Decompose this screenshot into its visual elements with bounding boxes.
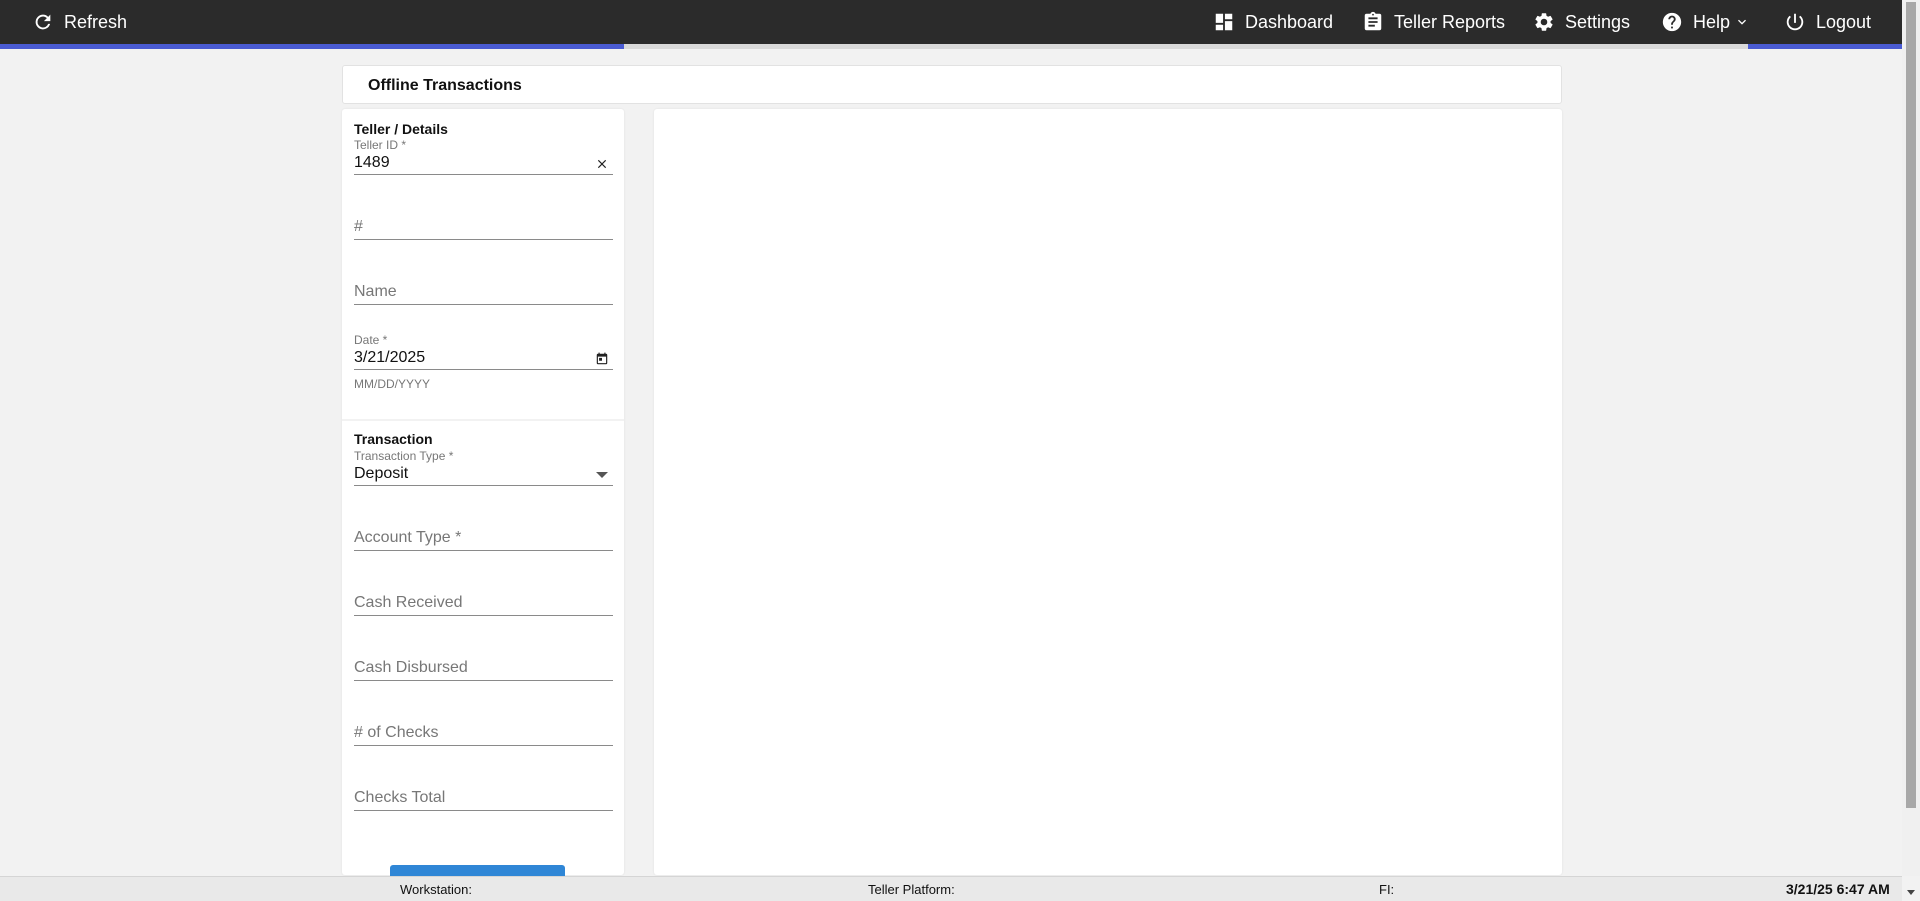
- offline-transaction-form: Teller / Details Teller ID * 1489 # Name…: [342, 109, 624, 879]
- teller-details-section-title: Teller / Details: [354, 121, 448, 137]
- settings-label: Settings: [1565, 11, 1631, 32]
- checks-total-underline: [354, 810, 613, 811]
- teller-platform-label: Teller Platform:: [868, 882, 955, 897]
- dashboard-label: Dashboard: [1245, 11, 1334, 32]
- close-icon: [597, 159, 607, 169]
- section-divider: [342, 419, 624, 421]
- power-icon: [1786, 13, 1804, 31]
- name-underline: [354, 304, 613, 305]
- date-picker-button[interactable]: [595, 352, 609, 366]
- dashboard-icon: [1215, 13, 1233, 31]
- date-format-hint: MM/DD/YYYY: [354, 377, 431, 391]
- loading-progress-bar: [0, 44, 1920, 49]
- top-toolbar: Refresh Dashboard Teller Reports Setting…: [0, 0, 1920, 44]
- clear-teller-id-button[interactable]: [595, 157, 609, 171]
- account-type-placeholder: Account Type *: [354, 529, 462, 546]
- teller-id-field[interactable]: Teller ID * 1489: [354, 138, 613, 175]
- page-scrollbar[interactable]: [1902, 0, 1920, 876]
- progress-segment-right: [1748, 44, 1902, 49]
- account-type-underline: [354, 550, 613, 551]
- caret-down-icon: [596, 472, 608, 478]
- teller-reports-label: Teller Reports: [1394, 11, 1506, 32]
- chevron-down-icon: [1738, 19, 1747, 25]
- number-field[interactable]: #: [354, 203, 613, 240]
- transaction-preview-panel: [654, 109, 1562, 875]
- help-circle-icon: [1662, 12, 1682, 32]
- number-placeholder: #: [354, 218, 363, 235]
- name-field[interactable]: Name: [354, 268, 613, 305]
- help-menu-button[interactable]: Help: [1661, 0, 1750, 44]
- settings-button[interactable]: Settings: [1533, 0, 1630, 44]
- date-label: Date *: [354, 333, 388, 347]
- transaction-type-select[interactable]: Transaction Type * Deposit: [354, 449, 613, 486]
- transaction-type-label: Transaction Type *: [354, 449, 454, 463]
- date-underline: [354, 369, 613, 370]
- page-title: Offline Transactions: [368, 77, 522, 94]
- teller-id-value: 1489: [354, 154, 390, 171]
- calendar-icon: [596, 352, 608, 365]
- teller-id-label: Teller ID *: [354, 138, 407, 152]
- page-header-card: Offline Transactions: [342, 65, 1562, 104]
- teller-id-underline: [354, 174, 613, 175]
- number-of-checks-underline: [354, 745, 613, 746]
- teller-reports-button[interactable]: Teller Reports: [1362, 0, 1505, 44]
- account-type-select[interactable]: Account Type *: [354, 514, 613, 551]
- number-of-checks-input[interactable]: # of Checks: [354, 709, 613, 746]
- checks-total-placeholder: Checks Total: [354, 789, 446, 806]
- transaction-type-underline: [354, 485, 613, 486]
- logout-label: Logout: [1816, 11, 1872, 32]
- date-field[interactable]: Date * 3/21/2025 MM/DD/YYYY: [354, 333, 613, 399]
- cash-disbursed-placeholder: Cash Disbursed: [354, 659, 468, 676]
- workstation-label: Workstation:: [400, 882, 473, 897]
- cash-received-input[interactable]: Cash Received: [354, 579, 613, 616]
- transaction-type-value: Deposit: [354, 465, 409, 482]
- dashboard-button[interactable]: Dashboard: [1213, 0, 1333, 44]
- cash-disbursed-underline: [354, 680, 613, 681]
- checks-total-input[interactable]: Checks Total: [354, 774, 613, 811]
- refresh-icon: [35, 14, 51, 30]
- date-value: 3/21/2025: [354, 349, 426, 366]
- help-label: Help: [1693, 11, 1731, 32]
- number-of-checks-placeholder: # of Checks: [354, 724, 439, 741]
- name-placeholder: Name: [354, 283, 397, 300]
- status-timestamp: 3/21/25 6:47 AM: [1786, 881, 1890, 897]
- refresh-label: Refresh: [64, 11, 128, 32]
- cash-received-placeholder: Cash Received: [354, 594, 463, 611]
- number-underline: [354, 239, 613, 240]
- cash-received-underline: [354, 615, 613, 616]
- status-bar: Workstation: Teller Platform: FI: 3/21/2…: [0, 876, 1902, 901]
- cash-disbursed-input[interactable]: Cash Disbursed: [354, 644, 613, 681]
- refresh-button[interactable]: Refresh: [32, 0, 127, 44]
- logout-button[interactable]: Logout: [1784, 0, 1871, 44]
- scrollbar-thumb[interactable]: [1906, 2, 1916, 808]
- gear-icon: [1535, 13, 1553, 31]
- scroll-down-arrow-icon[interactable]: [1907, 890, 1915, 895]
- clipboard-icon: [1364, 11, 1382, 31]
- fi-label: FI:: [1379, 882, 1395, 897]
- progress-segment-left: [0, 44, 624, 49]
- transaction-section-title: Transaction: [354, 431, 433, 447]
